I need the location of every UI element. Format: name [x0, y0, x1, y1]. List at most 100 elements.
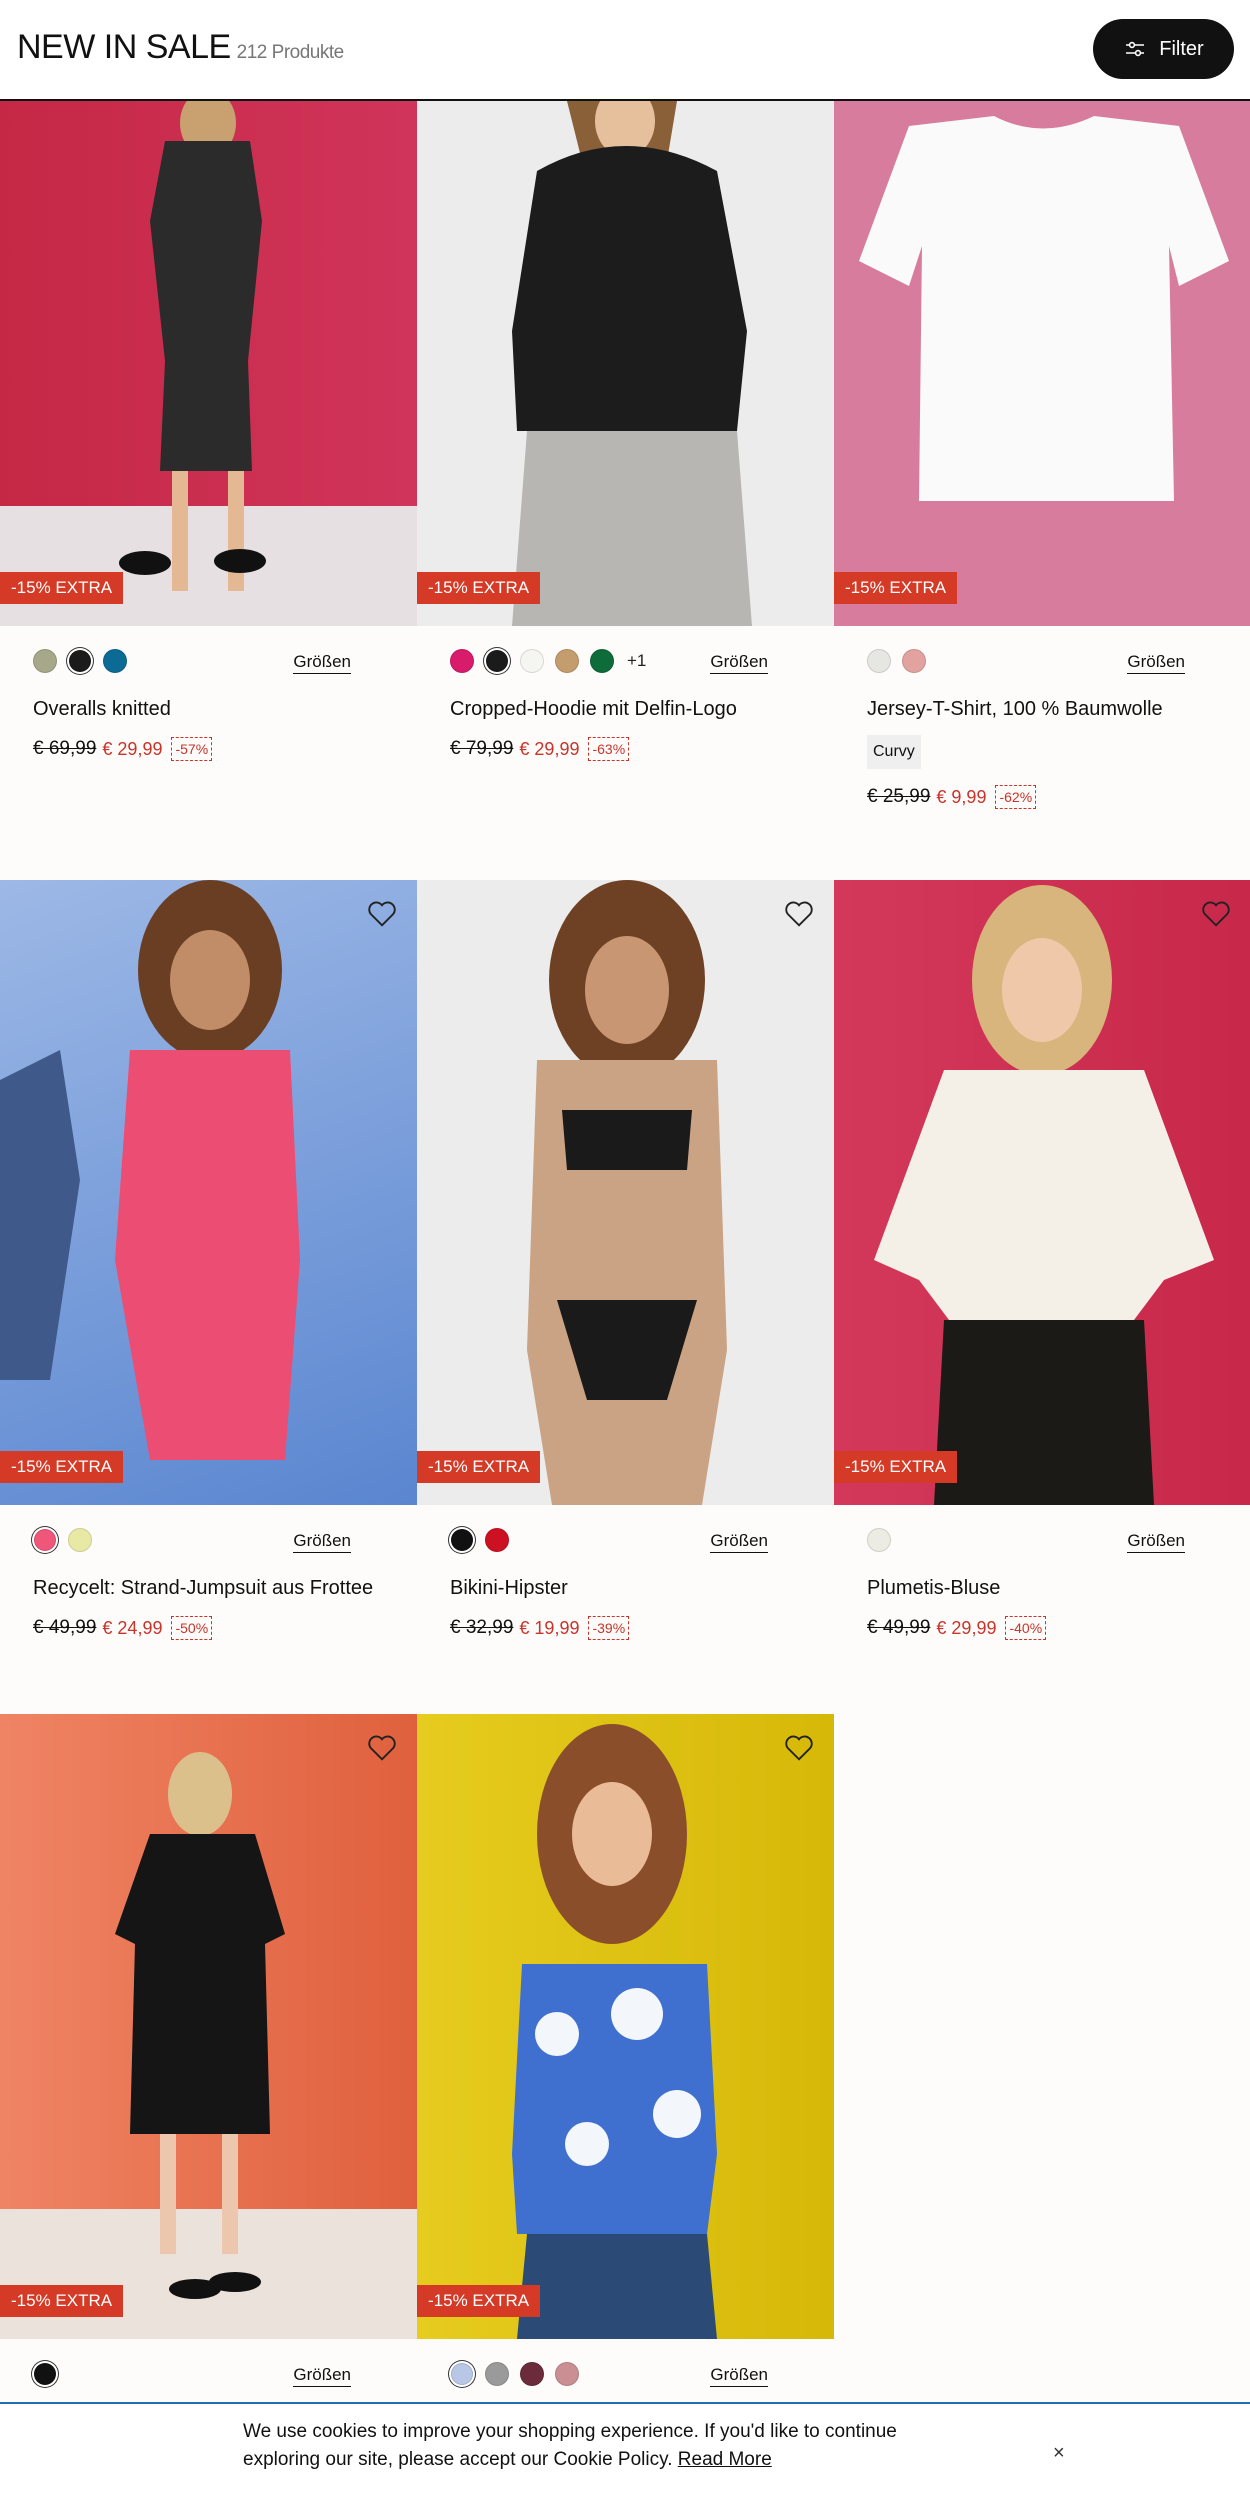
color-swatches [450, 2362, 579, 2386]
sizes-link[interactable]: Größen [1127, 1531, 1185, 1553]
color-swatch[interactable] [520, 649, 544, 673]
product-image[interactable]: -15% EXTRA [0, 880, 417, 1505]
product-card[interactable]: -15% EXTRA Größen [0, 1714, 417, 2399]
sliders-icon [1126, 41, 1145, 57]
product-meta: Größen [0, 1505, 417, 1565]
product-card[interactable]: -15% EXTRA Größen Plumetis-Bluse € 49,99… [834, 880, 1250, 1640]
price-row: € 49,99 € 24,99 -50% [33, 1616, 417, 1640]
sale-price: € 29,99 [936, 1617, 997, 1638]
product-name[interactable]: Overalls knitted [33, 698, 417, 721]
more-colors-count[interactable]: +1 [627, 651, 646, 671]
discount-label: -40% [1005, 1616, 1047, 1640]
price-row: € 49,99 € 29,99 -40% [867, 1616, 1250, 1640]
sizes-link[interactable]: Größen [710, 1531, 768, 1553]
fit-tag: Curvy [867, 735, 921, 769]
heart-icon[interactable] [367, 1734, 397, 1762]
price-row: € 25,99 € 9,99 -62% [867, 785, 1250, 809]
sizes-link[interactable]: Größen [293, 652, 351, 674]
extra-discount-badge: -15% EXTRA [417, 2285, 541, 2317]
product-card[interactable]: -15% EXTRA Größen Overalls knitted € 69,… [0, 101, 417, 761]
color-swatch[interactable] [69, 650, 91, 672]
product-meta: Größen [417, 1505, 834, 1565]
heart-icon[interactable] [784, 1734, 814, 1762]
product-image[interactable]: -15% EXTRA [834, 880, 1250, 1505]
color-swatch[interactable] [520, 2362, 544, 2386]
product-count: 212 Produkte [236, 42, 345, 63]
product-image[interactable]: -15% EXTRA [834, 101, 1250, 626]
discount-label: -39% [588, 1616, 630, 1640]
price-row: € 69,99 € 29,99 -57% [33, 737, 417, 761]
read-more-link[interactable]: Read More [678, 2449, 772, 2470]
extra-discount-badge: -15% EXTRA [834, 1451, 958, 1483]
product-image[interactable]: -15% EXTRA [417, 880, 834, 1505]
color-swatch[interactable] [34, 2363, 56, 2385]
price-row: € 32,99 € 19,99 -39% [450, 1616, 834, 1640]
product-meta: +1 Größen [417, 626, 834, 686]
heart-icon[interactable] [1201, 900, 1231, 928]
product-name[interactable]: Cropped-Hoodie mit Delfin-Logo [450, 698, 834, 721]
color-swatches [867, 1528, 891, 1552]
cookie-message: We use cookies to improve your shopping … [243, 2418, 963, 2474]
sale-price: € 24,99 [102, 1617, 163, 1638]
old-price: € 49,99 [33, 1617, 97, 1638]
color-swatch[interactable] [450, 649, 474, 673]
extra-discount-badge: -15% EXTRA [417, 572, 541, 604]
product-image[interactable]: -15% EXTRA [0, 101, 417, 626]
color-swatch[interactable] [867, 649, 891, 673]
product-name[interactable]: Jersey-T-Shirt, 100 % Baumwolle [867, 698, 1250, 721]
color-swatch[interactable] [867, 1528, 891, 1552]
sale-price: € 9,99 [936, 786, 987, 807]
discount-label: -63% [588, 737, 630, 761]
sizes-link[interactable]: Größen [1127, 652, 1185, 674]
page-header: NEW IN SALE 212 Produkte Filter [0, 0, 1250, 101]
color-swatch[interactable] [34, 1529, 56, 1551]
cookie-banner: We use cookies to improve your shopping … [0, 2402, 1250, 2493]
product-card[interactable]: -15% EXTRA Größen [417, 1714, 834, 2399]
color-swatch[interactable] [451, 2363, 473, 2385]
product-card[interactable]: -15% EXTRA +1 Größen Cropped-Hoodie mit … [417, 101, 834, 761]
discount-label: -62% [995, 785, 1037, 809]
product-image[interactable]: -15% EXTRA [417, 1714, 834, 2339]
heart-icon[interactable] [784, 900, 814, 928]
extra-discount-badge: -15% EXTRA [834, 572, 958, 604]
product-card[interactable]: -15% EXTRA Größen Bikini-Hipster € 32,99… [417, 880, 834, 1640]
heart-icon[interactable] [367, 900, 397, 928]
filter-button[interactable]: Filter [1093, 19, 1234, 79]
extra-discount-badge: -15% EXTRA [0, 572, 124, 604]
product-name[interactable]: Recycelt: Strand-Jumpsuit aus Frottee [33, 1577, 417, 1600]
color-swatch[interactable] [555, 649, 579, 673]
product-image[interactable]: -15% EXTRA [0, 1714, 417, 2339]
color-swatch[interactable] [486, 650, 508, 672]
sizes-link[interactable]: Größen [710, 652, 768, 674]
color-swatch[interactable] [485, 2362, 509, 2386]
old-price: € 49,99 [867, 1617, 931, 1638]
color-swatch[interactable] [555, 2362, 579, 2386]
product-name[interactable]: Bikini-Hipster [450, 1577, 834, 1600]
sale-price: € 29,99 [102, 738, 163, 759]
color-swatch[interactable] [902, 649, 926, 673]
close-icon[interactable]: × [1053, 2442, 1065, 2465]
product-meta: Größen [417, 2339, 834, 2399]
color-swatches [33, 1528, 92, 1552]
sizes-link[interactable]: Größen [293, 1531, 351, 1553]
sizes-link[interactable]: Größen [293, 2365, 351, 2387]
product-card[interactable]: -15% EXTRA Größen Jersey-T-Shirt, 100 % … [834, 101, 1250, 809]
color-swatch[interactable] [103, 649, 127, 673]
page-title-text: NEW IN SALE [17, 28, 231, 66]
color-swatch[interactable] [590, 649, 614, 673]
discount-label: -50% [171, 1616, 213, 1640]
color-swatch[interactable] [33, 649, 57, 673]
product-card[interactable]: -15% EXTRA Größen Recycelt: Strand-Jumps… [0, 880, 417, 1640]
color-swatches: +1 [450, 649, 646, 673]
sizes-link[interactable]: Größen [710, 2365, 768, 2387]
color-swatches [450, 1528, 509, 1552]
price-row: € 79,99 € 29,99 -63% [450, 737, 834, 761]
extra-discount-badge: -15% EXTRA [0, 2285, 124, 2317]
product-name[interactable]: Plumetis-Bluse [867, 1577, 1250, 1600]
product-image[interactable]: -15% EXTRA [417, 101, 834, 626]
color-swatches [867, 649, 926, 673]
color-swatch[interactable] [451, 1529, 473, 1551]
color-swatch[interactable] [485, 1528, 509, 1552]
page-title: NEW IN SALE 212 Produkte [17, 28, 344, 67]
color-swatch[interactable] [68, 1528, 92, 1552]
